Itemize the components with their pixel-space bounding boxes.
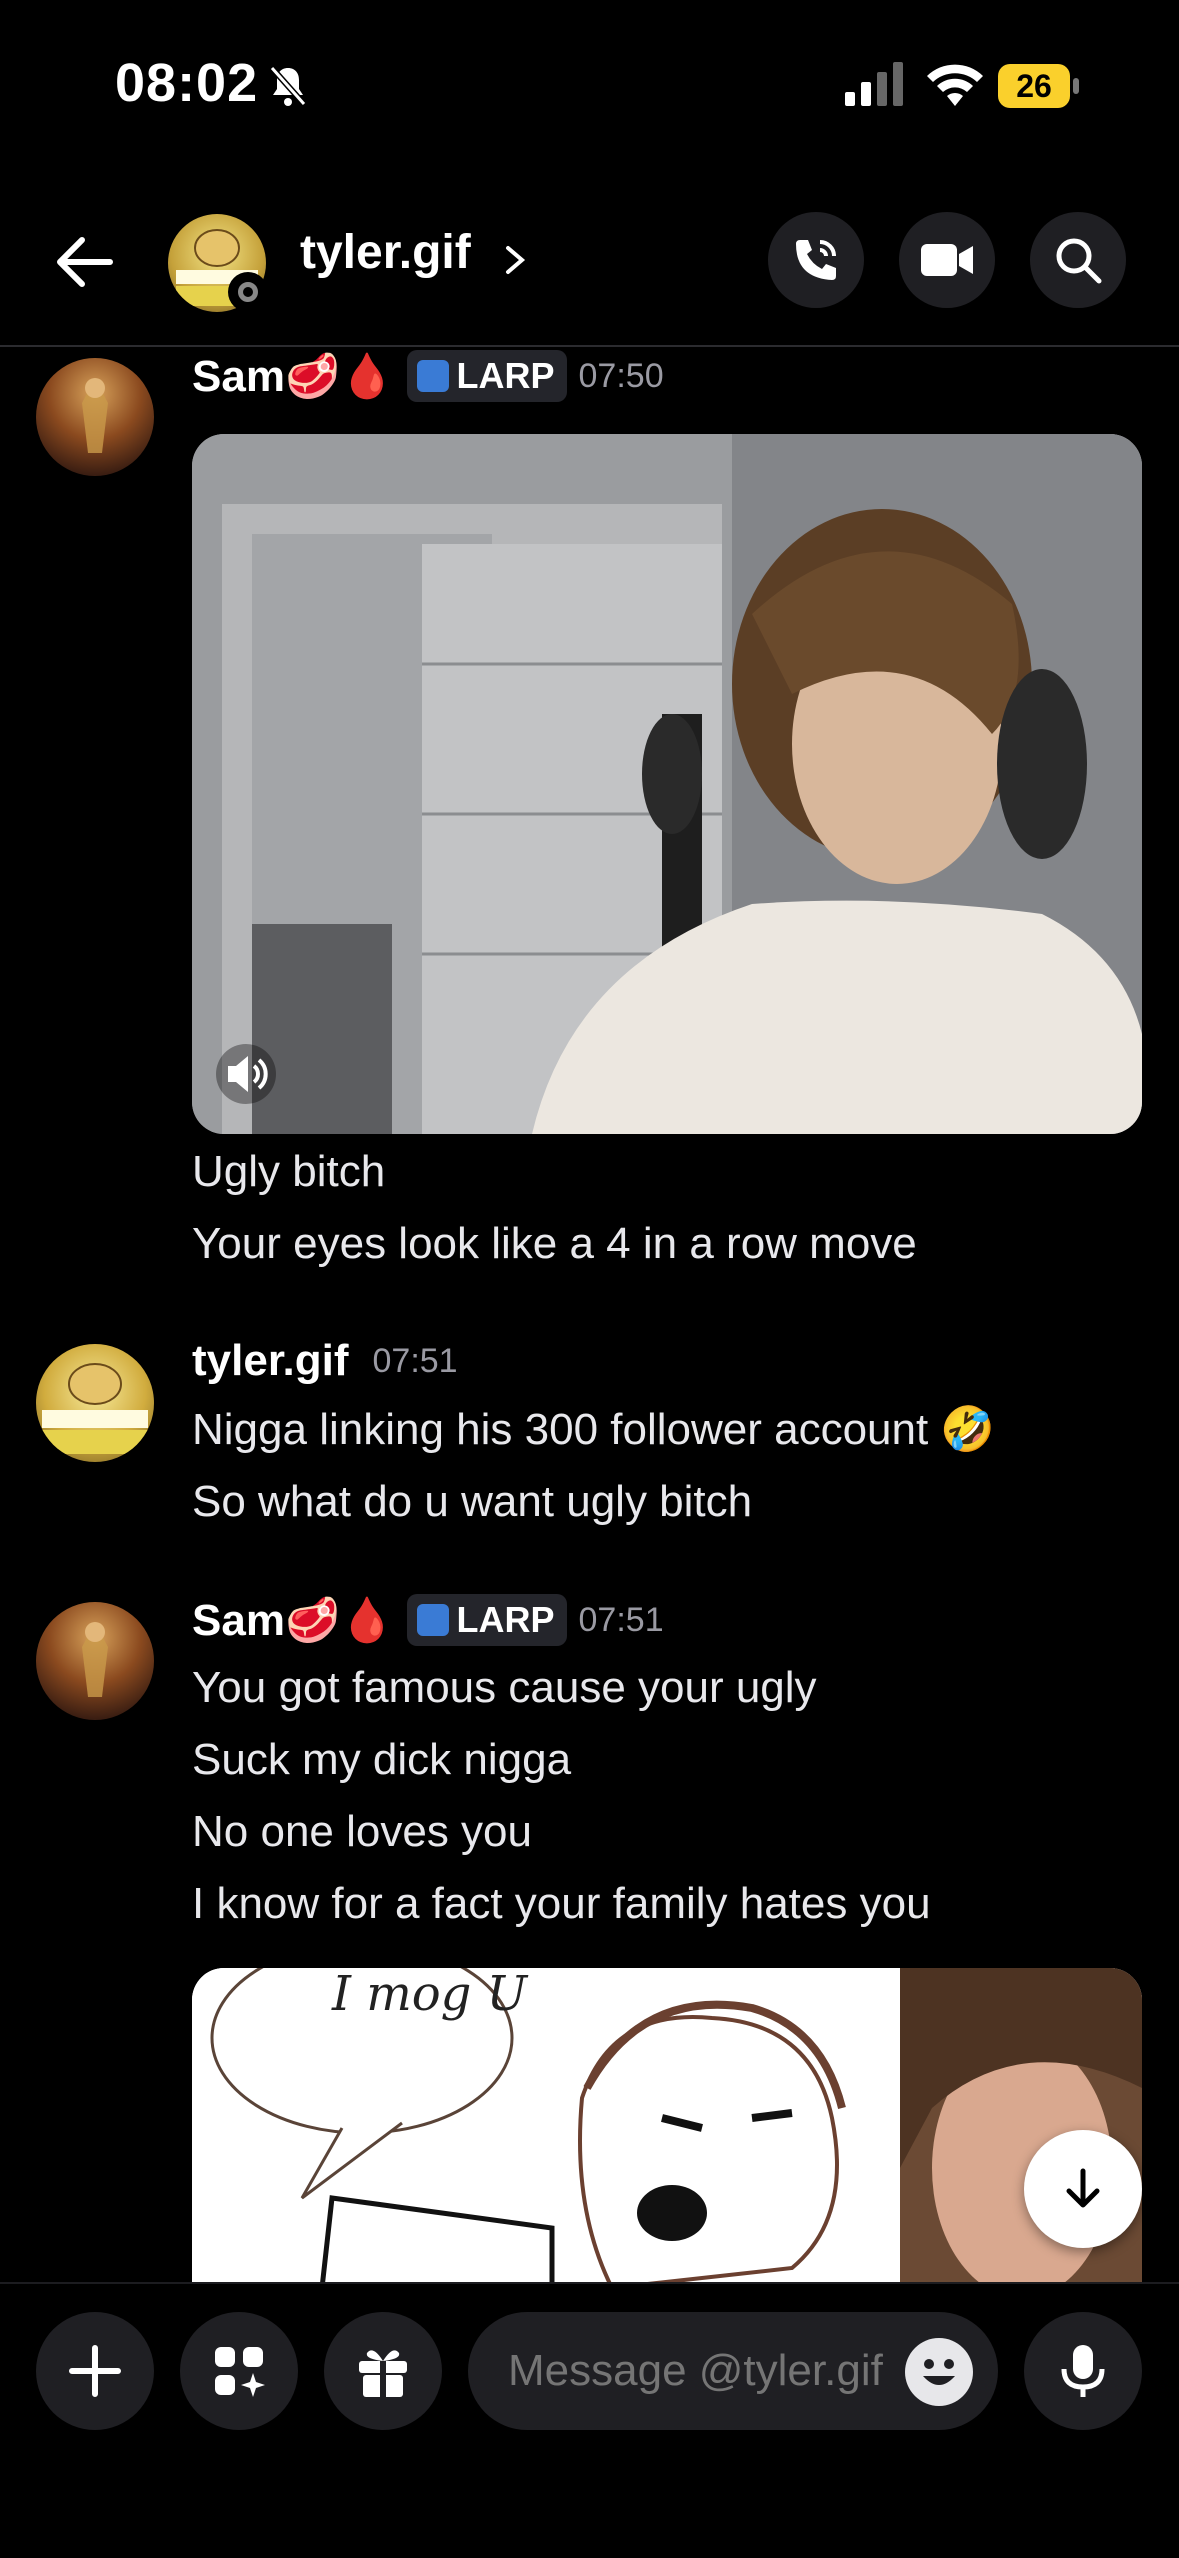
speaker-icon[interactable]: [214, 1042, 278, 1106]
message-text: Ugly bitch: [192, 1147, 386, 1196]
message-text: So what do u want ugly bitch: [192, 1477, 753, 1526]
search-icon: [1056, 238, 1102, 284]
message-author[interactable]: Sam🥩🩸: [192, 1594, 395, 1646]
scroll-to-bottom-button[interactable]: [1024, 2130, 1142, 2248]
apps-icon: [215, 2347, 265, 2397]
mic-icon: [1061, 2345, 1105, 2397]
status-indicator: [228, 272, 268, 312]
message-text: Nigga linking his 300 follower account 🤣: [192, 1405, 996, 1454]
battery-level: 26: [1016, 68, 1052, 104]
status-time: 08:02: [115, 53, 259, 113]
message-author[interactable]: Sam🥩🩸: [192, 350, 395, 402]
clan-tag[interactable]: LARP: [406, 1594, 567, 1646]
clan-tag-label: LARP: [456, 1599, 555, 1640]
message-time: 07:50: [578, 356, 664, 395]
plus-icon: [69, 2345, 121, 2397]
chevron-right-icon[interactable]: [500, 240, 530, 280]
search-button[interactable]: [1030, 212, 1126, 308]
bell-off-icon: [269, 66, 307, 106]
message-header: tyler.gif 07:51: [192, 1336, 458, 1386]
clan-tag-label: LARP: [456, 355, 555, 396]
emoji-button[interactable]: [905, 2338, 973, 2406]
message-text: Your eyes look like a 4 in a row move: [192, 1219, 917, 1268]
avatar[interactable]: [36, 358, 154, 476]
message-text: I know for a fact your family hates you: [192, 1879, 931, 1928]
message-author[interactable]: tyler.gif: [192, 1336, 349, 1386]
message-header: Sam🥩🩸 LARP 07:50: [192, 350, 664, 402]
message-text: No one loves you: [192, 1807, 532, 1856]
message-header: Sam🥩🩸 LARP 07:51: [192, 1594, 664, 1646]
message-time: 07:51: [372, 1341, 458, 1380]
back-arrow-icon[interactable]: [52, 230, 116, 294]
clan-icon: [416, 1604, 449, 1636]
voice-message-button[interactable]: [1024, 2312, 1142, 2430]
emoji-icon: [923, 2359, 955, 2385]
drawing-caption: I mog U: [331, 1968, 529, 2022]
image-attachment[interactable]: I mog U: [192, 1968, 1142, 2288]
message-text: You got famous cause your ugly: [192, 1663, 817, 1712]
apps-button[interactable]: [180, 2312, 298, 2430]
message-text: Suck my dick nigga: [192, 1735, 572, 1784]
avatar[interactable]: [36, 1602, 154, 1720]
attach-button[interactable]: [36, 2312, 154, 2430]
message-time: 07:51: [578, 1600, 664, 1639]
chat-title[interactable]: tyler.gif: [300, 225, 471, 280]
video-attachment[interactable]: [192, 434, 1142, 1134]
clan-icon: [416, 360, 449, 392]
battery-indicator: 26: [998, 64, 1080, 108]
arrow-down-icon: [1066, 2168, 1100, 2208]
phone-icon: [796, 240, 836, 280]
signal-icon: [845, 62, 903, 106]
clan-tag[interactable]: LARP: [406, 350, 567, 402]
gift-icon: [359, 2350, 407, 2397]
voice-call-button[interactable]: [768, 212, 864, 308]
gift-button[interactable]: [324, 2312, 442, 2430]
video-icon: [921, 244, 973, 276]
wifi-icon: [927, 64, 983, 106]
avatar[interactable]: [36, 1344, 154, 1462]
video-call-button[interactable]: [899, 212, 995, 308]
